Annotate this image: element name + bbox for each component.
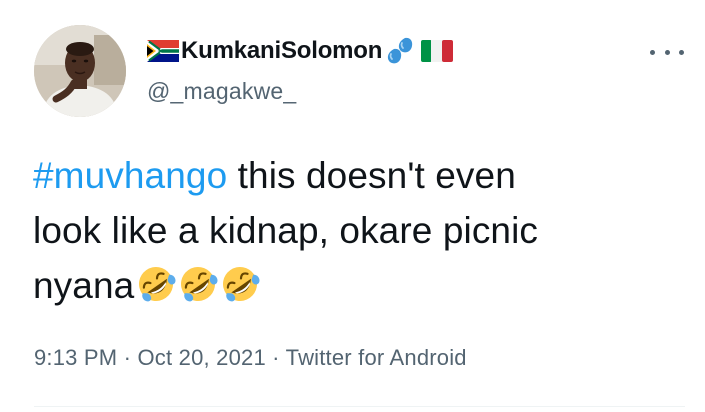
tweet-line-3-text: nyana [33,265,135,306]
avatar[interactable] [34,25,126,117]
rolling-on-floor-laughing-icon [223,267,260,302]
avatar-photo [34,25,126,117]
divider [34,406,685,407]
tweet-text: #muvhango this doesn't even look like a … [33,148,673,313]
tweet-card: KumkaniSolomon @_magakwe_ #muvhango this… [0,0,705,412]
tweet-source[interactable]: Twitter for Android [286,345,467,370]
tweet-time[interactable]: 9:13 PM [34,345,117,370]
author-display-name[interactable]: KumkaniSolomon [181,37,382,65]
more-dot [664,49,670,55]
tweet-date[interactable]: Oct 20, 2021 [138,345,266,370]
more-dot [679,49,684,55]
tweet-line-3: nyana [33,258,673,313]
more-dot [650,49,655,55]
tweet-meta: 9:13 PM · Oct 20, 2021 · Twitter for And… [34,345,467,371]
rolling-on-floor-laughing-icon [181,267,218,302]
author-handle[interactable]: @_magakwe_ [147,78,296,105]
rolling-on-floor-laughing-icon [139,267,176,302]
sweat-droplets-icon [388,37,413,64]
italy-flag-icon [421,40,454,62]
author-name-row[interactable]: KumkaniSolomon [147,36,454,66]
tweet-line-1-text: this doesn't even [227,155,516,196]
meta-separator: · [265,345,286,370]
meta-separator: · [117,345,138,370]
hashtag-link[interactable]: #muvhango [33,155,227,196]
tweet-line-2: look like a kidnap, okare picnic [33,210,539,251]
more-options-icon[interactable] [650,40,684,64]
tweet-line-1: #muvhango this doesn't even [33,148,673,203]
south-africa-flag-icon [147,40,179,62]
